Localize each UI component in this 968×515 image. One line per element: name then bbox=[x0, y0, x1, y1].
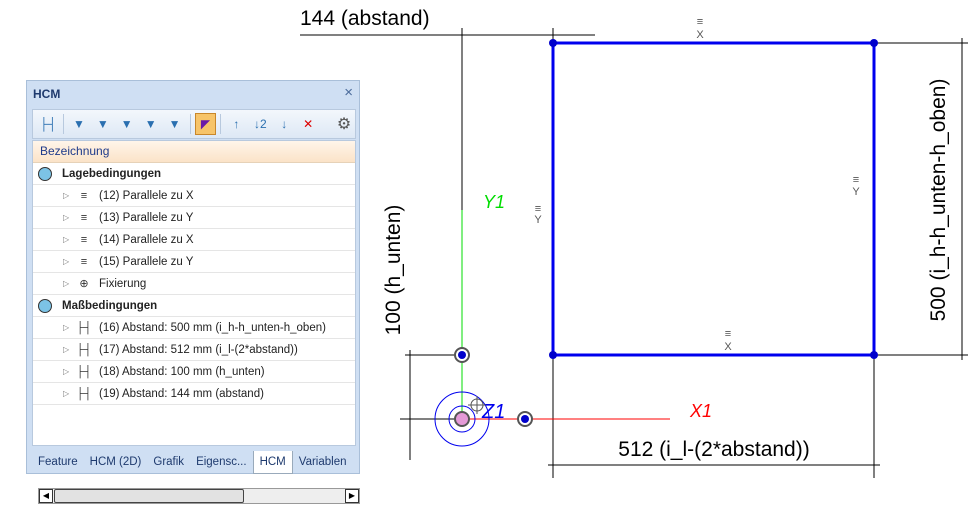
item-label: Fixierung bbox=[99, 277, 147, 290]
distance-icon: ├┤ bbox=[76, 321, 92, 334]
separator bbox=[189, 114, 191, 134]
svg-text:Y: Y bbox=[534, 214, 542, 226]
item-label: (16) Abstand: 500 mm (i_h-h_unten-h_oben… bbox=[99, 321, 326, 334]
tree-item[interactable]: ▷ ├┤ (18) Abstand: 100 mm (h_unten) bbox=[33, 361, 355, 383]
distance-icon: ├┤ bbox=[76, 365, 92, 378]
tab-feature[interactable]: Feature bbox=[32, 451, 84, 473]
tree-group-massbedingungen[interactable]: Maßbedingungen bbox=[33, 295, 355, 317]
group-icon bbox=[38, 166, 52, 181]
tab-grafik[interactable]: Grafik bbox=[147, 451, 190, 473]
column-header[interactable]: Bezeichnung bbox=[33, 141, 355, 163]
item-label: (18) Abstand: 100 mm (h_unten) bbox=[99, 365, 265, 378]
parallel-y-icon: ≡ bbox=[80, 255, 88, 268]
svg-text:≡: ≡ bbox=[725, 328, 731, 340]
sketch-rectangle[interactable] bbox=[551, 41, 876, 357]
svg-text:Y: Y bbox=[852, 186, 860, 198]
dimension-tool-icon[interactable]: ├┤ bbox=[37, 113, 59, 135]
tab-variablen[interactable]: Variablen bbox=[293, 451, 353, 473]
horizontal-scrollbar[interactable]: ◀ ▶ bbox=[38, 488, 360, 504]
separator bbox=[62, 114, 64, 134]
hcm-panel: HCM × ├┤ ▼ ▼ ▼ ▼ ▼ ◤ ↑ ↓2 ↓ ✕ ⚙ Bezeichn… bbox=[26, 80, 360, 504]
tree-item[interactable]: ▷ ├┤ (17) Abstand: 512 mm (i_l-(2*abstand)… bbox=[33, 339, 355, 361]
expand-icon[interactable]: ▷ bbox=[63, 389, 75, 398]
fixation-icon: ⊕ bbox=[79, 278, 89, 290]
constraint-tree: Bezeichnung Lagebedingungen ▷ ≡ (12) Paral… bbox=[32, 140, 360, 504]
dim-left-label[interactable]: 100 (h_unten) bbox=[382, 205, 405, 336]
expand-icon[interactable]: ▷ bbox=[63, 235, 75, 244]
scroll-right-icon[interactable]: ▶ bbox=[345, 489, 359, 503]
tab-hcm[interactable]: HCM bbox=[252, 451, 293, 474]
gear-icon[interactable]: ⚙ bbox=[333, 113, 355, 135]
group-label: Lagebedingungen bbox=[62, 167, 162, 180]
panel-tabs: Feature HCM (2D) Grafik Eigensc... HCM V… bbox=[32, 451, 353, 474]
parallel-y-icon: ≡ bbox=[80, 211, 88, 224]
x-axis-label: X1 bbox=[689, 401, 712, 421]
tree-item[interactable]: ▷ ≡ (12) Parallele zu X bbox=[33, 185, 355, 207]
expand-all-icon[interactable]: ↓ bbox=[273, 113, 295, 135]
tree-item[interactable]: ▷ ⊕ Fixierung bbox=[33, 273, 355, 295]
expand-icon[interactable]: ▷ bbox=[63, 323, 75, 332]
select-arrow-icon[interactable]: ◤ bbox=[194, 113, 217, 135]
filter-icon[interactable]: ▼ bbox=[68, 113, 90, 135]
item-label: (13) Parallele zu Y bbox=[99, 211, 194, 224]
item-label: (14) Parallele zu X bbox=[99, 233, 194, 246]
tab-eigenschaften[interactable]: Eigensc... bbox=[190, 451, 253, 473]
tree-group-lagebedingungen[interactable]: Lagebedingungen bbox=[33, 163, 355, 185]
group-label: Maßbedingungen bbox=[62, 299, 158, 312]
filter-warning-icon[interactable]: ▼ bbox=[140, 113, 162, 135]
dim-top-label[interactable]: 144 (abstand) bbox=[300, 7, 430, 30]
expand-icon[interactable]: ▷ bbox=[63, 257, 75, 266]
item-label: (15) Parallele zu Y bbox=[99, 255, 194, 268]
item-label: (19) Abstand: 144 mm (abstand) bbox=[99, 387, 264, 400]
tab-hcm-2d[interactable]: HCM (2D) bbox=[84, 451, 148, 473]
filter-play-icon[interactable]: ▼ bbox=[92, 113, 114, 135]
svg-text:X: X bbox=[724, 341, 732, 353]
sort-icon[interactable]: ↓2 bbox=[249, 113, 271, 135]
collapse-all-icon[interactable]: ↑ bbox=[225, 113, 247, 135]
scroll-left-icon[interactable]: ◀ bbox=[39, 489, 53, 503]
svg-text:≡: ≡ bbox=[853, 174, 859, 186]
expand-icon[interactable]: ▷ bbox=[63, 367, 75, 376]
parallel-x-icon: ≡ bbox=[80, 189, 88, 202]
parallel-constraint-symbols[interactable]: ≡X ≡X ≡Y ≡Y bbox=[534, 16, 860, 353]
delete-sort-icon[interactable]: ✕ bbox=[297, 113, 319, 135]
tree-item[interactable]: ▷ ├┤ (19) Abstand: 144 mm (abstand) bbox=[33, 383, 355, 405]
group-icon bbox=[38, 298, 52, 313]
tree-item[interactable]: ▷ ≡ (15) Parallele zu Y bbox=[33, 251, 355, 273]
item-label: (12) Parallele zu X bbox=[99, 189, 194, 202]
tree-item[interactable]: ▷ ≡ (14) Parallele zu X bbox=[33, 229, 355, 251]
close-icon[interactable]: × bbox=[344, 84, 353, 101]
tree-item[interactable]: ▷ ≡ (13) Parallele zu Y bbox=[33, 207, 355, 229]
toolbar: ├┤ ▼ ▼ ▼ ▼ ▼ ◤ ↑ ↓2 ↓ ✕ ⚙ bbox=[32, 109, 356, 139]
svg-text:X: X bbox=[696, 29, 704, 41]
filter-stop-icon[interactable]: ▼ bbox=[164, 113, 186, 135]
expand-icon[interactable]: ▷ bbox=[63, 345, 75, 354]
expand-icon[interactable]: ▷ bbox=[63, 213, 75, 222]
item-label: (17) Abstand: 512 mm (i_l-(2*abstand)) bbox=[99, 343, 298, 356]
dim-right-label[interactable]: 500 (i_h-h_unten-h_oben) bbox=[927, 79, 950, 322]
filter-select-icon[interactable]: ▼ bbox=[116, 113, 138, 135]
expand-icon[interactable]: ▷ bbox=[63, 279, 75, 288]
distance-icon: ├┤ bbox=[76, 387, 92, 400]
y-axis-label: Y1 bbox=[483, 192, 505, 212]
tree-item[interactable]: ▷ ├┤ (16) Abstand: 500 mm (i_h-h_unten-h_o… bbox=[33, 317, 355, 339]
expand-icon[interactable]: ▷ bbox=[63, 191, 75, 200]
rectangle-vertices[interactable] bbox=[549, 39, 878, 359]
svg-text:≡: ≡ bbox=[697, 16, 703, 28]
scroll-thumb[interactable] bbox=[54, 489, 244, 503]
parallel-x-icon: ≡ bbox=[80, 233, 88, 246]
separator bbox=[220, 114, 222, 134]
distance-icon: ├┤ bbox=[76, 343, 92, 356]
panel-title: HCM bbox=[33, 87, 61, 101]
dim-bottom-label[interactable]: 512 (i_l-(2*abstand)) bbox=[618, 438, 809, 461]
